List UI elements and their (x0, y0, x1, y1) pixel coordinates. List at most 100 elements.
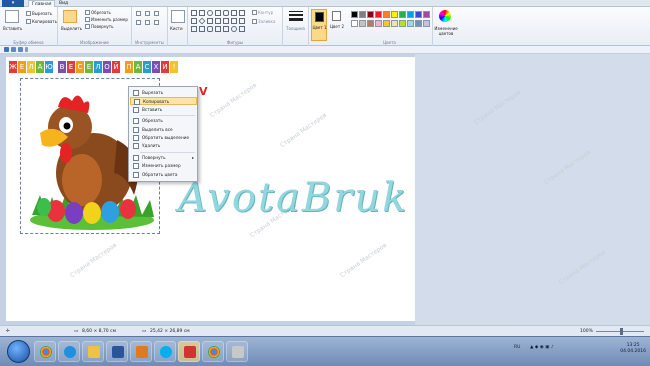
palette-swatch[interactable] (375, 11, 382, 18)
size-button[interactable]: Толщина (286, 26, 305, 31)
start-button[interactable] (7, 340, 30, 363)
palette-swatch[interactable] (351, 20, 358, 27)
palette-swatch[interactable] (367, 20, 374, 27)
context-menu-item-invert-colors[interactable]: Обратить цвета (130, 171, 197, 179)
triangle-shape-icon[interactable] (239, 10, 245, 16)
palette-swatch[interactable] (359, 11, 366, 18)
taskbar-paint[interactable] (178, 341, 200, 362)
speech-bubble-shape-icon[interactable] (207, 26, 213, 32)
context-menu-item-delete[interactable]: Удалить (130, 142, 197, 150)
heart-shape-icon[interactable] (215, 26, 221, 32)
palette-swatch[interactable] (415, 20, 422, 27)
taskbar-chrome[interactable] (34, 341, 56, 362)
save-icon[interactable] (4, 47, 9, 52)
zoom-slider-handle[interactable] (620, 328, 623, 335)
context-menu-item-paste[interactable]: Вставить (130, 106, 197, 114)
file-menu-button[interactable]: ▾ (2, 0, 24, 7)
rotate-button[interactable]: Повернуть (85, 24, 113, 29)
star-shape-icon[interactable] (199, 26, 205, 32)
lightning-shape-icon[interactable] (223, 26, 229, 32)
outline-button[interactable]: Контур (252, 10, 273, 15)
brushes-button[interactable]: Кисти (170, 26, 183, 31)
tab-home[interactable]: Главная (28, 0, 56, 7)
text-icon[interactable] (154, 11, 159, 16)
paste-icon (133, 106, 139, 113)
edit-colors-icon[interactable] (439, 10, 451, 22)
taskbar-skype[interactable] (154, 341, 176, 362)
clock[interactable]: 13:25 04.04.2016 (620, 343, 646, 355)
palette-swatch[interactable] (375, 20, 382, 27)
pentagon-shape-icon[interactable] (207, 18, 213, 24)
taskbar-chrome-2[interactable] (202, 341, 224, 362)
context-menu-item-rotate[interactable]: Повернуть ▸ (130, 154, 197, 162)
pencil-icon[interactable] (136, 11, 141, 16)
language-indicator[interactable]: RU (514, 345, 520, 350)
palette-swatch[interactable] (423, 20, 430, 27)
crop-button[interactable]: Обрезать (85, 10, 111, 15)
oval-shape-icon[interactable] (207, 10, 213, 16)
palette-swatch[interactable] (415, 11, 422, 18)
brush-icon[interactable] (171, 10, 185, 23)
rounded-rectangle-shape-icon[interactable] (223, 10, 229, 16)
down-arrow-shape-icon[interactable] (191, 26, 197, 32)
context-menu-item-copy[interactable]: Копировать (130, 97, 197, 106)
palette-swatch[interactable] (391, 20, 398, 27)
undo-icon[interactable] (11, 47, 16, 52)
line-shape-icon[interactable] (191, 10, 197, 16)
color2-group[interactable]: Цвет 2 (329, 7, 347, 46)
hexagon-shape-icon[interactable] (215, 18, 221, 24)
palette-swatch[interactable] (359, 20, 366, 27)
taskbar-word[interactable] (106, 341, 128, 362)
cut-button[interactable]: Вырезать (26, 11, 52, 16)
crop-icon (85, 10, 90, 15)
callout-shape-icon[interactable] (239, 26, 245, 32)
diamond-shape-icon[interactable] (198, 17, 206, 25)
curve-shape-icon[interactable] (199, 10, 205, 16)
context-menu-item-resize[interactable]: Изменить размер (130, 162, 197, 170)
taskbar-ie[interactable] (58, 341, 80, 362)
palette-swatch[interactable] (407, 20, 414, 27)
context-menu-item-cut[interactable]: Вырезать (130, 89, 197, 97)
qat-dropdown-icon[interactable] (25, 47, 28, 52)
taskbar-media[interactable] (130, 341, 152, 362)
palette-swatch[interactable] (407, 11, 414, 18)
palette-swatch[interactable] (399, 11, 406, 18)
palette-swatch[interactable] (391, 11, 398, 18)
right-triangle-shape-icon[interactable] (191, 18, 197, 24)
palette-swatch[interactable] (367, 11, 374, 18)
drawing-canvas[interactable]: ЖЕЛАЮ ВЕСЕЛОЙ П А С Х И! Страна Мастеров Стр… (6, 57, 415, 321)
tray-icons[interactable]: ▲ ◆ ◉ ▣ ♪ (530, 345, 554, 350)
tab-view[interactable]: Вид (56, 0, 71, 7)
right-arrow-shape-icon[interactable] (223, 18, 229, 24)
paste-button[interactable]: Вставить (3, 26, 22, 31)
color-picker-icon[interactable] (145, 20, 150, 25)
resize-button[interactable]: Изменить размер (85, 17, 128, 22)
palette-swatch[interactable] (383, 11, 390, 18)
color1-button[interactable]: Цвет 1 (311, 9, 327, 41)
context-menu-item-crop[interactable]: Обрезать (130, 117, 197, 125)
taskbar-explorer[interactable] (82, 341, 104, 362)
select-icon[interactable] (63, 10, 77, 23)
redo-icon[interactable] (18, 47, 23, 52)
fill-icon[interactable] (145, 11, 150, 16)
up-arrow-shape-icon[interactable] (239, 18, 245, 24)
palette-swatch[interactable] (351, 11, 358, 18)
fill-button[interactable]: Заливка (252, 19, 275, 24)
edit-colors-button[interactable]: Изменение цветов (434, 26, 458, 36)
palette-swatch[interactable] (423, 11, 430, 18)
taskbar-app[interactable] (226, 341, 248, 362)
palette-swatch[interactable] (383, 20, 390, 27)
context-menu-item-invert-selection[interactable]: Обратить выделение (130, 134, 197, 142)
eraser-icon[interactable] (136, 20, 141, 25)
palette-swatch[interactable] (399, 20, 406, 27)
copy-button[interactable]: Копировать (26, 19, 57, 24)
zoom-slider[interactable] (596, 328, 644, 335)
context-menu-item-select-all[interactable]: Выделить все (130, 126, 197, 134)
polygon-shape-icon[interactable] (231, 10, 237, 16)
paste-icon[interactable] (5, 10, 19, 23)
rectangle-shape-icon[interactable] (215, 10, 221, 16)
left-arrow-shape-icon[interactable] (231, 18, 237, 24)
cloud-shape-icon[interactable] (231, 26, 237, 32)
magnifier-icon[interactable] (154, 20, 159, 25)
select-button[interactable]: Выделить (61, 26, 82, 31)
